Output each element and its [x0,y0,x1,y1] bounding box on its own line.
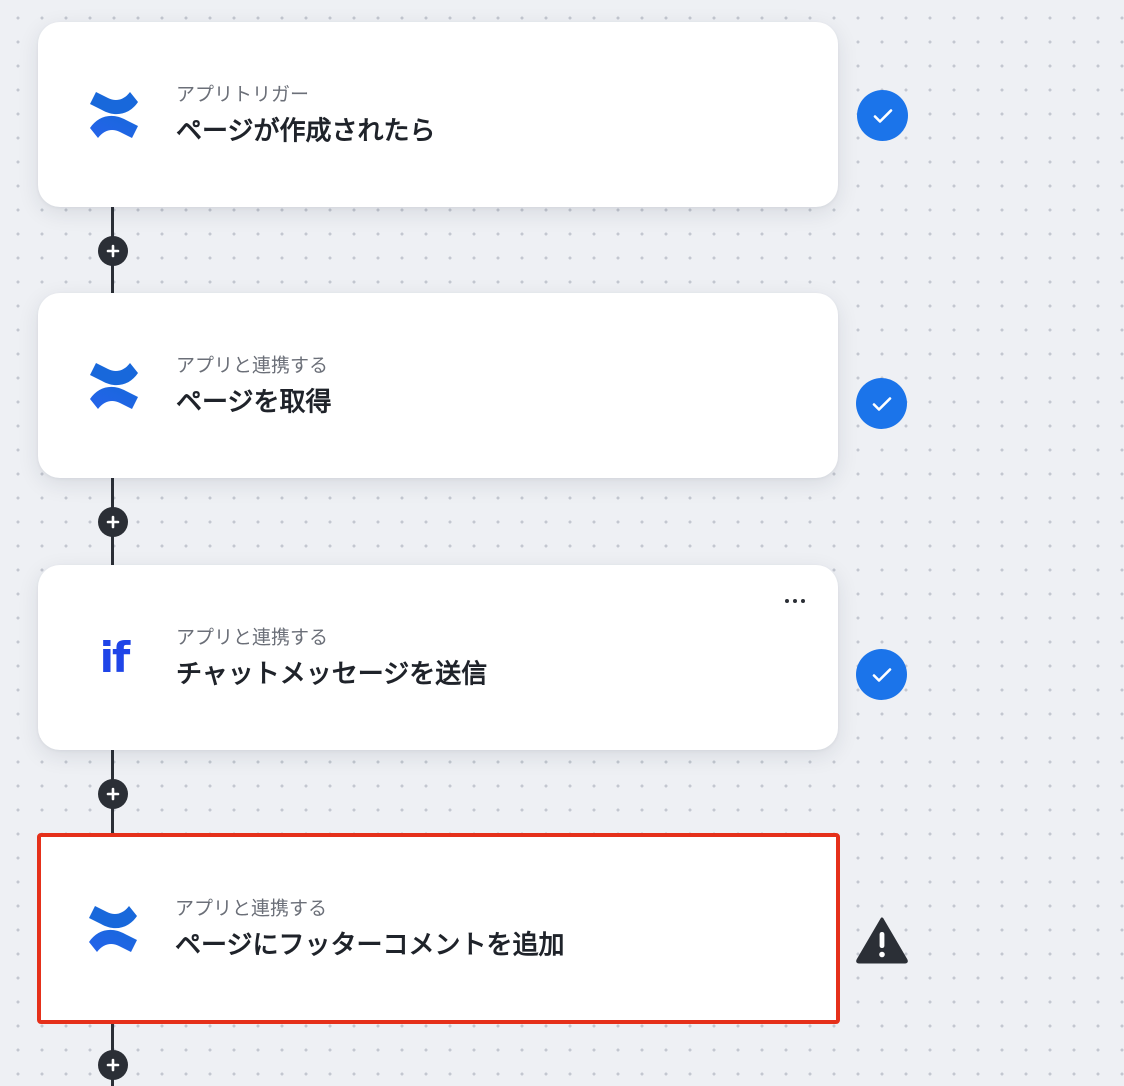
flow-step-card-3[interactable]: if アプリと連携する チャットメッセージを送信 [38,565,838,750]
plus-icon [106,515,120,529]
step-title: ページにフッターコメントを追加 [175,930,565,960]
more-options-icon[interactable] [778,589,812,613]
step-type-label: アプリと連携する [176,626,329,648]
warning-triangle-icon [854,914,910,966]
step-type-label: アプリと連携する [175,897,328,919]
plus-icon [106,787,120,801]
step-title: ページが作成されたら [176,116,436,146]
step-type-label: アプリトリガー [176,83,310,105]
flow-step-card-1[interactable]: アプリトリガー ページが作成されたら [38,22,838,207]
flow-step-card-4[interactable]: アプリと連携する ページにフッターコメントを追加 [37,833,840,1024]
step-title: チャットメッセージを送信 [176,659,488,689]
confluence-icon [84,356,144,416]
check-circle-icon [856,378,907,429]
add-step-button-1[interactable] [98,236,128,266]
plus-icon [106,244,120,258]
add-step-button-2[interactable] [98,507,128,537]
add-step-button-3[interactable] [98,779,128,809]
confluence-icon [83,899,143,959]
plus-icon [106,1058,120,1072]
step-type-label: アプリと連携する [176,354,329,376]
check-circle-icon [857,90,908,141]
check-circle-icon [856,649,907,700]
if-logo-icon: if [99,633,131,682]
step-title: ページを取得 [176,387,332,417]
flow-step-card-2[interactable]: アプリと連携する ページを取得 [38,293,838,478]
confluence-icon [84,85,144,145]
add-step-button-4[interactable] [98,1050,128,1080]
